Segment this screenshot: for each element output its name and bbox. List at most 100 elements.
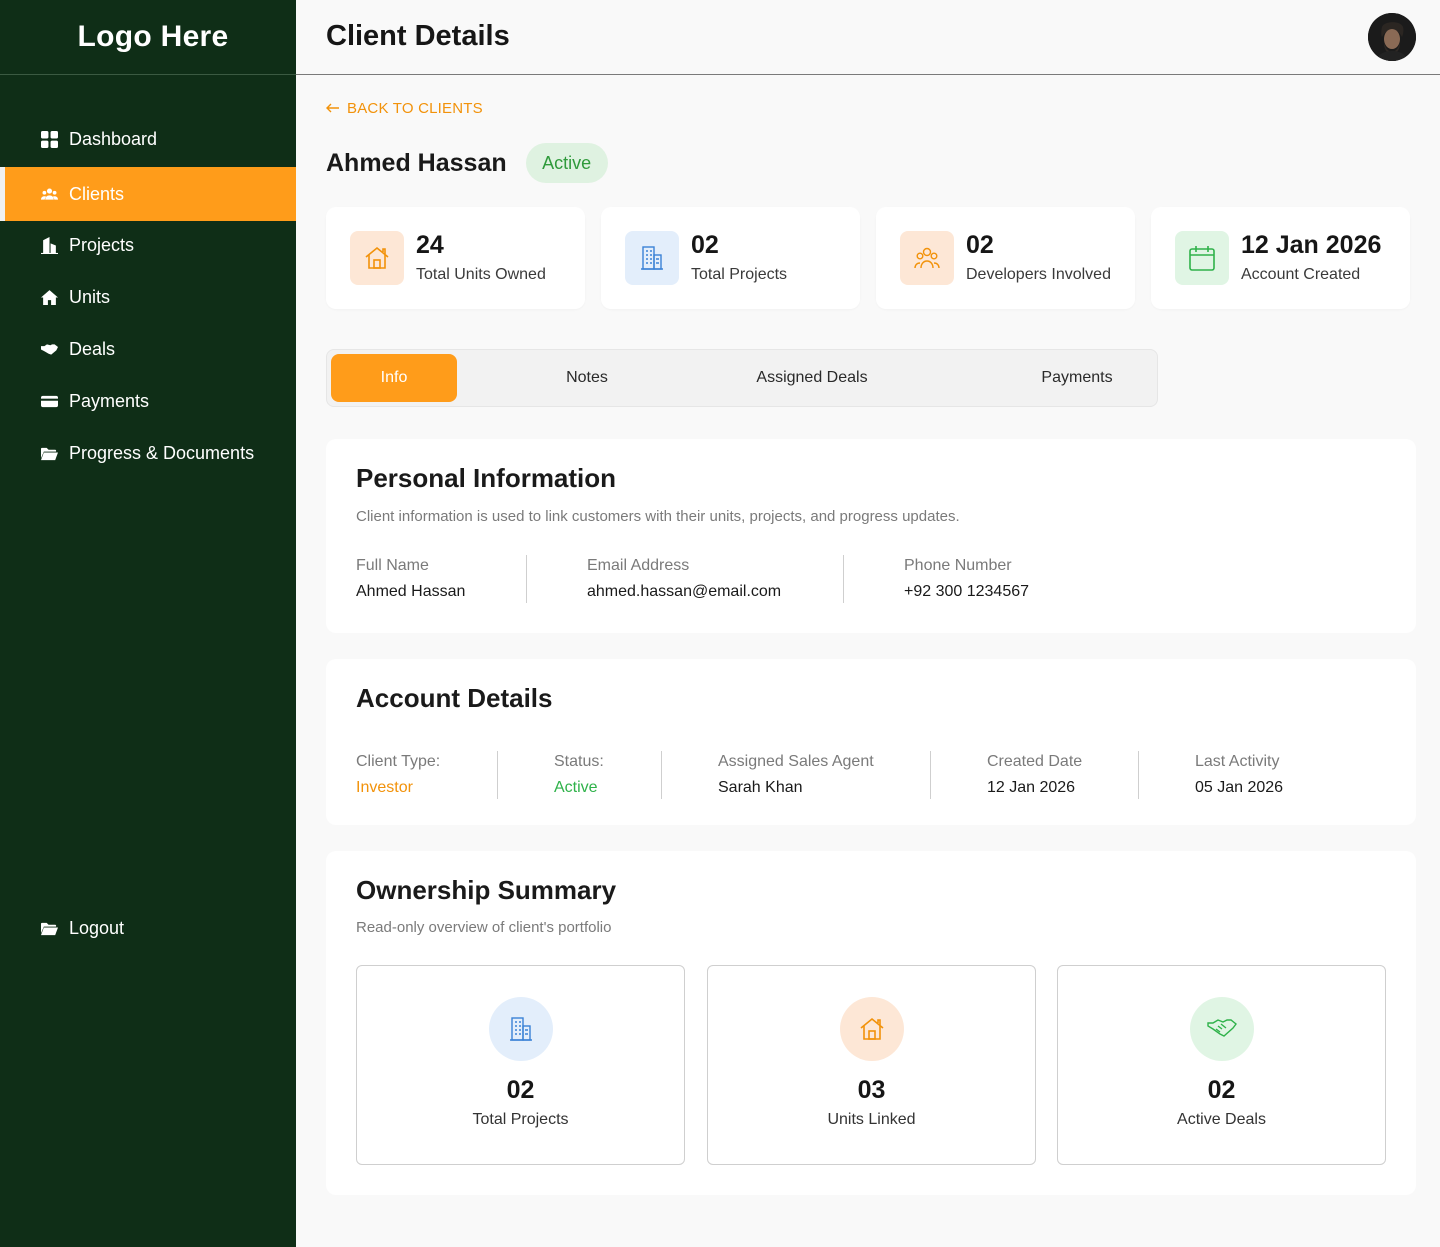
stat-value: 12 Jan 2026	[1241, 231, 1382, 260]
tab-payments[interactable]: Payments	[1017, 354, 1137, 402]
ownership-value: 02	[506, 1076, 535, 1104]
stat-value: 02	[691, 231, 719, 260]
ownership-label: Units Linked	[827, 1111, 916, 1128]
account-details-card: Account Details Client Type: Investor St…	[326, 659, 1416, 825]
field-sales-agent: Assigned Sales Agent Sarah Khan	[718, 753, 874, 797]
sidebar: Logo Here Dashboard Clients Projects Uni…	[0, 0, 296, 1247]
home-icon	[839, 997, 904, 1061]
field-full-name: Full Name Ahmed Hassan	[356, 557, 465, 601]
stat-value: 24	[416, 231, 444, 260]
sidebar-item-dashboard[interactable]: Dashboard	[0, 113, 296, 165]
page-title: Client Details	[326, 20, 510, 52]
logout-label: Logout	[69, 917, 125, 938]
field-value: Active	[554, 779, 598, 796]
field-phone: Phone Number +92 300 1234567	[904, 557, 1029, 601]
ownership-item-projects: 02 Total Projects	[356, 965, 685, 1165]
folder-icon	[40, 919, 58, 937]
field-value: Ahmed Hassan	[356, 583, 466, 600]
tab-info[interactable]: Info	[331, 354, 457, 402]
field-created-date: Created Date 12 Jan 2026	[987, 753, 1082, 797]
stat-card-projects: 02 Total Projects	[601, 207, 860, 309]
divider	[497, 751, 498, 799]
field-label: Email Address	[587, 557, 690, 574]
sidebar-item-units[interactable]: Units	[0, 271, 296, 323]
avatar[interactable]	[1368, 13, 1416, 61]
ownership-summary-card: Ownership Summary Read-only overview of …	[326, 851, 1416, 1195]
sidebar-item-projects[interactable]: Projects	[0, 219, 296, 271]
divider	[843, 555, 844, 603]
field-value: ahmed.hassan@email.com	[587, 583, 782, 600]
logo-area: Logo Here	[0, 0, 296, 75]
ownership-item-deals: 02 Active Deals	[1057, 965, 1386, 1165]
logout-button[interactable]: Logout	[0, 902, 296, 954]
back-to-clients-link[interactable]: BACK TO CLIENTS	[326, 100, 483, 117]
stat-label: Total Projects	[691, 265, 788, 283]
card-title: Account Details	[356, 683, 553, 713]
status-badge: Active	[525, 143, 608, 183]
grid-icon	[40, 130, 58, 148]
stats-row: 24 Total Units Owned 02 Total Projects 0…	[326, 207, 1410, 309]
sidebar-nav: Dashboard Clients Projects Units Deals P…	[0, 113, 296, 479]
ownership-item-units: 03 Units Linked	[707, 965, 1036, 1165]
ownership-label: Total Projects	[472, 1111, 569, 1128]
field-last-activity: Last Activity 05 Jan 2026	[1195, 753, 1283, 797]
field-label: Status:	[554, 753, 604, 770]
card-title: Ownership Summary	[356, 875, 617, 905]
users-icon	[900, 231, 954, 285]
field-label: Full Name	[356, 557, 429, 574]
ownership-label: Active Deals	[1177, 1111, 1266, 1128]
calendar-icon	[1175, 231, 1229, 285]
divider	[526, 555, 527, 603]
tab-assigned-deals[interactable]: Assigned Deals	[737, 354, 887, 402]
stat-card-developers: 02 Developers Involved	[876, 207, 1135, 309]
divider	[661, 751, 662, 799]
stat-label: Total Units Owned	[416, 265, 546, 283]
field-status: Status: Active	[554, 753, 604, 797]
tab-notes[interactable]: Notes	[527, 354, 647, 402]
sidebar-item-clients[interactable]: Clients	[0, 167, 296, 221]
sidebar-item-deals[interactable]: Deals	[0, 323, 296, 375]
sidebar-item-label: Dashboard	[69, 128, 158, 149]
building-icon	[40, 236, 58, 254]
stat-label: Account Created	[1241, 265, 1361, 283]
field-label: Created Date	[987, 753, 1083, 770]
sidebar-item-label: Progress & Documents	[69, 442, 255, 463]
sidebar-item-label: Units	[69, 286, 111, 307]
field-label: Assigned Sales Agent	[718, 753, 874, 770]
card-title: Personal Information	[356, 463, 617, 493]
field-label: Last Activity	[1195, 753, 1280, 770]
sidebar-item-payments[interactable]: Payments	[0, 375, 296, 427]
field-value: Investor	[356, 779, 413, 796]
divider	[1138, 751, 1139, 799]
building-icon	[488, 997, 553, 1061]
card-subtitle: Read-only overview of client's portfolio	[356, 919, 612, 936]
client-name: Ahmed Hassan	[326, 148, 507, 177]
sidebar-item-label: Deals	[69, 338, 116, 359]
logo[interactable]: Logo Here	[77, 20, 228, 54]
folder-icon	[40, 444, 58, 462]
home-icon	[350, 231, 404, 285]
stat-value: 02	[966, 231, 994, 260]
client-header: Ahmed Hassan Active	[326, 143, 608, 183]
handshake-icon	[40, 340, 58, 358]
stat-card-created: 12 Jan 2026 Account Created	[1151, 207, 1410, 309]
stat-card-units: 24 Total Units Owned	[326, 207, 585, 309]
arrow-left-icon	[326, 100, 340, 117]
credit-card-icon	[40, 392, 58, 410]
field-label: Client Type:	[356, 753, 441, 770]
field-label: Phone Number	[904, 557, 1012, 574]
stat-label: Developers Involved	[966, 265, 1111, 283]
field-client-type: Client Type: Investor	[356, 753, 440, 797]
tab-bar: Info Notes Assigned Deals Payments	[326, 349, 1158, 407]
users-icon	[40, 185, 58, 203]
top-header: Client Details	[296, 0, 1440, 75]
sidebar-item-progress-documents[interactable]: Progress & Documents	[0, 427, 296, 479]
back-link-label: BACK TO CLIENTS	[347, 100, 483, 117]
sidebar-item-label: Projects	[69, 234, 135, 255]
ownership-value: 02	[1207, 1076, 1236, 1104]
building-icon	[625, 231, 679, 285]
logout-area: Logout	[0, 902, 296, 954]
card-subtitle: Client information is used to link custo…	[356, 508, 960, 525]
sidebar-item-label: Clients	[69, 183, 125, 204]
personal-info-card: Personal Information Client information …	[326, 439, 1416, 633]
